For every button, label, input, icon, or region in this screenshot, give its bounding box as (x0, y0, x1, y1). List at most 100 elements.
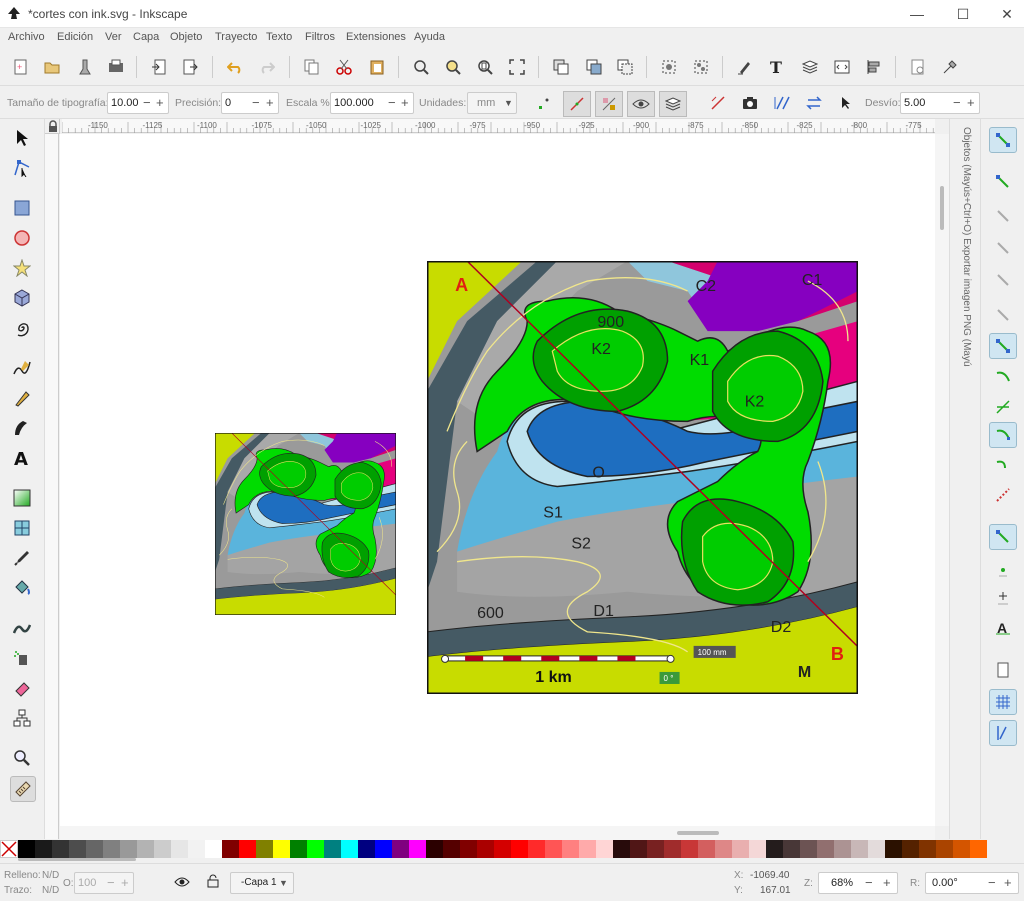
vertical-scrollbar[interactable] (935, 134, 949, 826)
color-swatch[interactable] (171, 840, 188, 858)
layers-icon[interactable] (799, 56, 821, 78)
align-distribute-icon[interactable] (863, 56, 885, 78)
units-dropdown[interactable]: mm ▼ (467, 92, 517, 114)
layer-dropdown[interactable]: -Capa 1 ▼ (230, 872, 294, 894)
snap-path-icon[interactable] (989, 364, 1017, 390)
color-swatch[interactable] (239, 840, 256, 858)
color-swatch[interactable] (630, 840, 647, 858)
snap-rotation-center-icon[interactable] (989, 585, 1017, 611)
color-swatch[interactable] (613, 840, 630, 858)
geologic-map[interactable]: A B C1 C2 K1 K2 K2 O S1 S2 D1 D2 M 900 6… (427, 261, 858, 694)
snap-smooth-icon[interactable] (989, 453, 1017, 479)
color-swatch[interactable] (443, 840, 460, 858)
snap-bbox-midpoint-icon[interactable] (989, 267, 1017, 293)
color-swatch[interactable] (188, 840, 205, 858)
color-swatch[interactable] (358, 840, 375, 858)
color-swatch[interactable] (256, 840, 273, 858)
color-swatch[interactable] (664, 840, 681, 858)
zoom-page-icon[interactable] (474, 56, 496, 78)
snap-bbox-icon[interactable] (989, 169, 1017, 195)
snap-text-baseline-icon[interactable]: A (989, 615, 1017, 641)
connector-tool-icon[interactable] (10, 706, 34, 730)
spray-tool-icon[interactable] (10, 646, 34, 670)
camera-icon[interactable] (739, 92, 761, 114)
maximize-button[interactable]: ☐ (948, 4, 978, 24)
3d-box-tool-icon[interactable] (10, 286, 34, 310)
zoom-spinner[interactable]: 68% − + (818, 872, 898, 894)
measure-tangent-icon[interactable] (595, 91, 623, 117)
dock-tab-labels[interactable]: Objetos (Mayús+Ctrl+O) Exportar imagen P… (958, 127, 972, 367)
menu-filtros[interactable]: Filtros (305, 31, 335, 43)
color-swatch[interactable] (851, 840, 868, 858)
color-swatch[interactable] (426, 840, 443, 858)
paint-bucket-tool-icon[interactable] (10, 576, 34, 600)
offset-spinner[interactable]: 5.00− + (900, 92, 980, 114)
color-swatch[interactable] (341, 840, 358, 858)
color-swatch[interactable] (766, 840, 783, 858)
rectangle-tool-icon[interactable] (10, 196, 34, 220)
mark-dimension-icon[interactable] (835, 92, 857, 114)
color-swatch[interactable] (800, 840, 817, 858)
zoom-fit-icon[interactable] (506, 56, 528, 78)
color-swatch[interactable] (579, 840, 596, 858)
new-document-icon[interactable]: + (10, 56, 32, 78)
menu-edicion[interactable]: Edición (57, 31, 93, 43)
color-swatch[interactable] (715, 840, 732, 858)
dock-panel-tabs[interactable]: Objetos (Mayús+Ctrl+O) Exportar imagen P… (949, 119, 980, 839)
text-font-icon[interactable]: T (766, 56, 788, 78)
color-swatch[interactable] (919, 840, 936, 858)
color-swatch[interactable] (290, 840, 307, 858)
snap-object-center-icon[interactable] (989, 557, 1017, 583)
vertical-scrollbar-thumb[interactable] (940, 186, 944, 230)
palette-scrollbar[interactable] (18, 858, 136, 861)
color-swatch[interactable] (868, 840, 885, 858)
measure-all-layers-icon[interactable] (659, 91, 687, 117)
color-swatch[interactable] (103, 840, 120, 858)
export-icon[interactable] (179, 56, 201, 78)
canvas[interactable]: A B C1 C2 K1 K2 K2 O S1 S2 D1 D2 M 900 6… (60, 134, 935, 826)
color-swatch[interactable] (681, 840, 698, 858)
color-swatch[interactable] (222, 840, 239, 858)
tweak-tool-icon[interactable] (10, 616, 34, 640)
color-swatch[interactable] (834, 840, 851, 858)
opacity-spinner[interactable]: 100− + (74, 872, 134, 894)
paste-icon[interactable] (366, 56, 388, 78)
eraser-tool-icon[interactable] (10, 676, 34, 700)
duplicate-icon[interactable] (550, 56, 572, 78)
color-swatch[interactable] (936, 840, 953, 858)
convert-to-item-icon[interactable] (803, 92, 825, 114)
color-swatch[interactable] (511, 840, 528, 858)
color-swatch[interactable] (409, 840, 426, 858)
clone-icon[interactable] (583, 56, 605, 78)
menu-objeto[interactable]: Objeto (170, 31, 202, 43)
color-swatch[interactable] (392, 840, 409, 858)
horizontal-ruler[interactable]: -1150 -1125 -1100 -1075 -1050 -1025 -1000 -975 -… (61, 119, 935, 133)
map-thumbnail[interactable] (215, 433, 396, 615)
import-icon[interactable] (148, 56, 170, 78)
color-swatch[interactable] (749, 840, 766, 858)
menu-capa[interactable]: Capa (133, 31, 159, 43)
color-swatch[interactable] (970, 840, 987, 858)
menu-texto[interactable]: Texto (266, 31, 292, 43)
color-swatch[interactable] (35, 840, 52, 858)
color-swatch[interactable] (120, 840, 137, 858)
horizontal-scrollbar[interactable] (60, 826, 935, 840)
menu-extensiones[interactable]: Extensiones (346, 31, 406, 43)
selector-tool-icon[interactable] (10, 126, 34, 150)
color-swatch[interactable] (375, 840, 392, 858)
text-tool-icon[interactable]: A (10, 446, 34, 470)
color-swatch[interactable] (647, 840, 664, 858)
color-swatch[interactable] (528, 840, 545, 858)
snap-enable-icon[interactable] (989, 127, 1017, 153)
color-swatch[interactable] (154, 840, 171, 858)
color-swatch[interactable] (52, 840, 69, 858)
color-swatch[interactable] (137, 840, 154, 858)
vertical-ruler[interactable] (45, 119, 59, 839)
layer-visibility-eye-icon[interactable] (174, 876, 190, 891)
measure-tool-icon[interactable] (10, 776, 36, 802)
color-swatch[interactable] (86, 840, 103, 858)
pen-tool-icon[interactable] (10, 386, 34, 410)
close-button[interactable]: ✕ (992, 4, 1022, 24)
color-swatch[interactable] (732, 840, 749, 858)
precision-spinner[interactable]: 0− + (221, 92, 279, 114)
